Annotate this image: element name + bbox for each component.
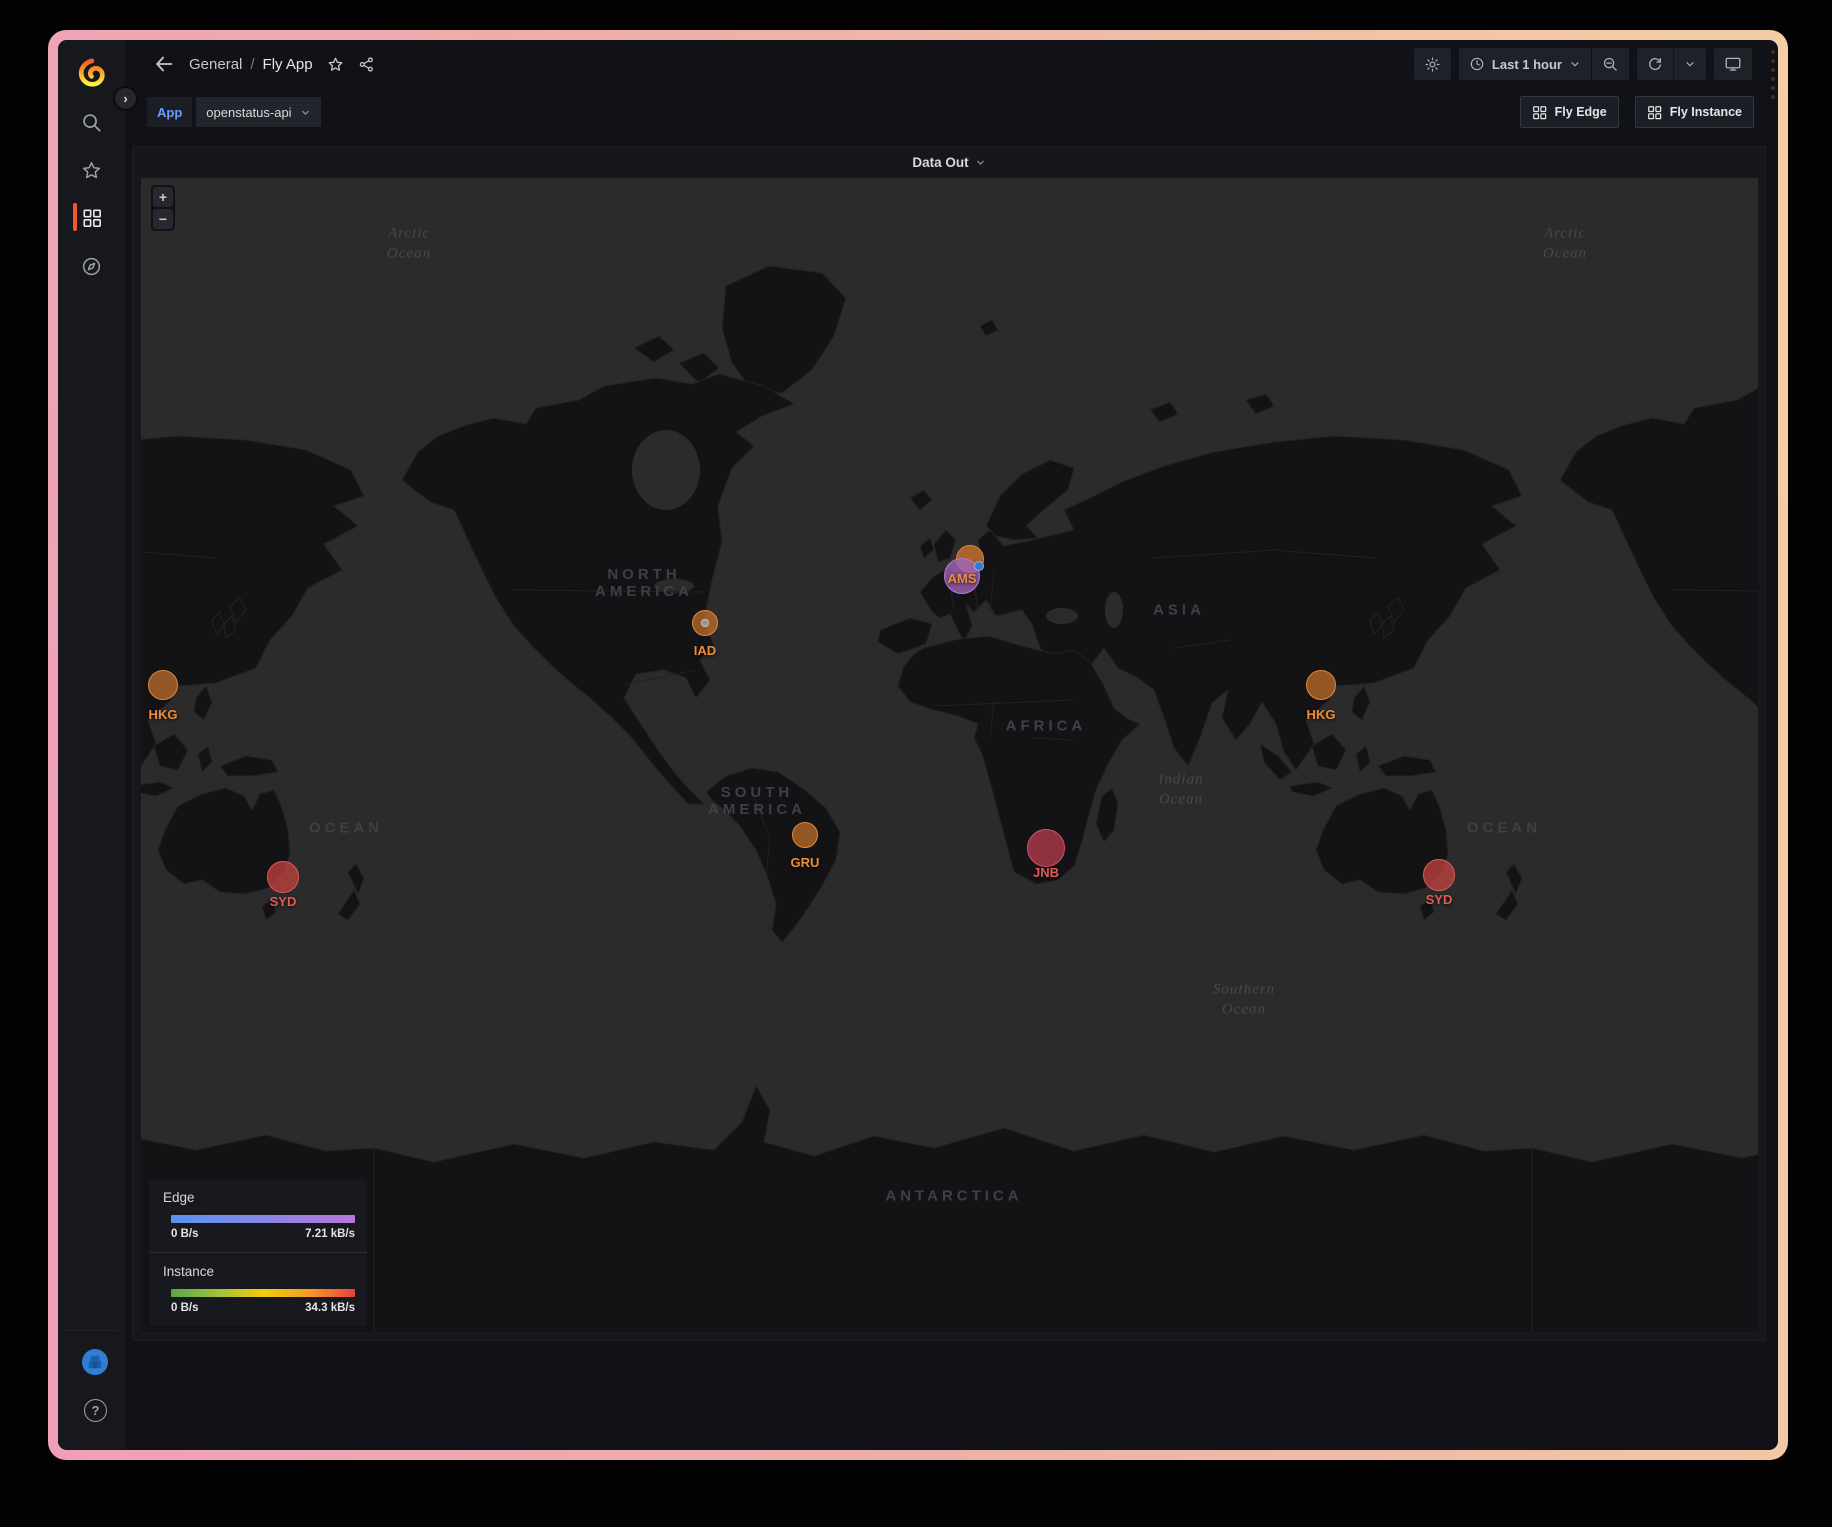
map-marker-label: GRU bbox=[791, 855, 820, 870]
chevron-down-icon bbox=[975, 157, 986, 168]
share-icon bbox=[358, 56, 375, 73]
fly-edge-link[interactable]: Fly Edge bbox=[1520, 96, 1619, 128]
grafana-app: › bbox=[58, 40, 1778, 1450]
refresh-controls bbox=[1637, 48, 1706, 80]
geomap-panel: Data Out bbox=[132, 146, 1766, 1341]
map-marker-edge-point[interactable] bbox=[974, 561, 984, 571]
sidebar-expand-button[interactable]: › bbox=[113, 86, 138, 111]
fly-instance-link[interactable]: Fly Instance bbox=[1635, 96, 1754, 128]
legend-minmax: 0 B/s 7.21 kB/s bbox=[163, 1228, 355, 1240]
map-marker-label: SYD bbox=[1426, 892, 1453, 907]
sidebar: › bbox=[58, 40, 125, 1450]
legend-min: 0 B/s bbox=[171, 1228, 199, 1240]
chevron-down-icon bbox=[1569, 58, 1581, 70]
monitor-icon bbox=[1724, 55, 1742, 73]
variable-app-select[interactable]: openstatus-api bbox=[196, 97, 320, 127]
refresh-button[interactable] bbox=[1637, 48, 1673, 80]
time-range-controls: Last 1 hour bbox=[1459, 48, 1629, 80]
map-marker-label: IAD bbox=[694, 643, 716, 658]
back-arrow-button[interactable] bbox=[153, 53, 175, 75]
breadcrumb: General / Fly App bbox=[189, 56, 313, 73]
border-dots bbox=[1771, 50, 1775, 99]
legend-min: 0 B/s bbox=[171, 1302, 199, 1314]
tv-mode-button[interactable] bbox=[1714, 48, 1752, 80]
variable-app-label: App bbox=[147, 97, 192, 127]
help-icon[interactable]: ? bbox=[84, 1399, 107, 1422]
refresh-icon bbox=[1647, 56, 1663, 72]
legend-section-instance: Instance 0 B/s 34.3 kB/s bbox=[149, 1252, 367, 1326]
star-icon bbox=[81, 160, 102, 181]
map-zoom-controls: + − bbox=[151, 185, 175, 231]
dashboard-grid-icon bbox=[1647, 105, 1662, 120]
variable-app-value: openstatus-api bbox=[206, 105, 291, 120]
breadcrumb-separator: / bbox=[250, 56, 254, 73]
breadcrumb-page-title: Fly App bbox=[263, 56, 313, 73]
zoom-out-icon bbox=[1602, 56, 1619, 73]
dashboard-grid-icon bbox=[1532, 105, 1547, 120]
legend-max: 7.21 kB/s bbox=[305, 1228, 355, 1240]
sidebar-divider bbox=[66, 1330, 117, 1331]
gear-icon bbox=[1424, 56, 1441, 73]
time-range-label: Last 1 hour bbox=[1492, 57, 1562, 72]
panel-title: Data Out bbox=[912, 155, 968, 170]
map-marker-jnb[interactable] bbox=[1027, 829, 1065, 867]
map-marker-label: SYD bbox=[270, 894, 297, 909]
screen: › bbox=[0, 0, 1832, 1527]
map-marker-label: JNB bbox=[1033, 865, 1059, 880]
map-marker-label: AMS bbox=[948, 571, 977, 586]
sidebar-item-dashboards[interactable] bbox=[58, 200, 125, 236]
map-marker-syd[interactable] bbox=[1423, 859, 1455, 891]
grafana-logo[interactable] bbox=[58, 55, 125, 91]
app-window: › bbox=[48, 30, 1788, 1460]
header-bar: General / Fly App bbox=[125, 40, 1778, 88]
arrow-left-icon bbox=[153, 53, 175, 75]
map-zoom-out-button[interactable]: − bbox=[153, 209, 173, 229]
favorite-star-button[interactable] bbox=[327, 56, 344, 73]
sidebar-item-starred[interactable] bbox=[58, 152, 125, 188]
legend-gradient-bar bbox=[171, 1289, 355, 1297]
user-avatar[interactable] bbox=[82, 1349, 108, 1375]
search-icon bbox=[81, 112, 102, 133]
legend-section-edge: Edge 0 B/s 7.21 kB/s bbox=[149, 1179, 367, 1252]
map-marker-gru[interactable] bbox=[792, 822, 818, 848]
chevron-down-icon bbox=[1684, 58, 1696, 70]
dashboards-grid-icon bbox=[82, 208, 102, 228]
breadcrumb-section[interactable]: General bbox=[189, 56, 242, 73]
legend-minmax: 0 B/s 34.3 kB/s bbox=[163, 1302, 355, 1314]
zoom-out-time-button[interactable] bbox=[1592, 48, 1629, 80]
map-marker-label: HKG bbox=[149, 707, 178, 722]
time-range-picker[interactable]: Last 1 hour bbox=[1459, 48, 1591, 80]
map-marker-label: HKG bbox=[1307, 707, 1336, 722]
grafana-logo-icon bbox=[77, 58, 107, 88]
legend-gradient-bar bbox=[171, 1215, 355, 1223]
legend-max: 34.3 kB/s bbox=[305, 1302, 355, 1314]
sidebar-item-search[interactable] bbox=[58, 104, 125, 140]
fly-instance-label: Fly Instance bbox=[1670, 105, 1742, 119]
variables-bar: App openstatus-api Fly bbox=[125, 88, 1778, 136]
map-zoom-in-button[interactable]: + bbox=[153, 187, 173, 207]
refresh-interval-dropdown[interactable] bbox=[1674, 48, 1706, 80]
map-marker-syd-west[interactable] bbox=[267, 861, 299, 893]
fly-edge-label: Fly Edge bbox=[1555, 105, 1607, 119]
world-map bbox=[141, 178, 1758, 1333]
avatar-figure-icon bbox=[86, 1353, 104, 1371]
star-icon bbox=[327, 56, 344, 73]
legend-title: Edge bbox=[163, 1190, 355, 1205]
clock-icon bbox=[1469, 56, 1485, 72]
map-marker-hkg[interactable] bbox=[1306, 670, 1336, 700]
explore-compass-icon bbox=[81, 256, 102, 277]
share-button[interactable] bbox=[358, 56, 375, 73]
panel-header[interactable]: Data Out bbox=[133, 147, 1765, 178]
dashboard-settings-button[interactable] bbox=[1414, 48, 1451, 80]
map-marker-inner-dot bbox=[701, 619, 709, 627]
map-marker-hkg-west[interactable] bbox=[148, 670, 178, 700]
main-area: General / Fly App bbox=[125, 40, 1778, 1450]
legend-title: Instance bbox=[163, 1264, 355, 1279]
map-legend: Edge 0 B/s 7.21 kB/s Instance 0 B/s 34.3 kB/s bbox=[149, 1179, 367, 1326]
sidebar-item-explore[interactable] bbox=[58, 248, 125, 284]
chevron-down-icon bbox=[300, 107, 311, 118]
geomap-canvas[interactable]: Arctic OceanArctic OceanNORTH AMERICAASI… bbox=[141, 178, 1758, 1333]
